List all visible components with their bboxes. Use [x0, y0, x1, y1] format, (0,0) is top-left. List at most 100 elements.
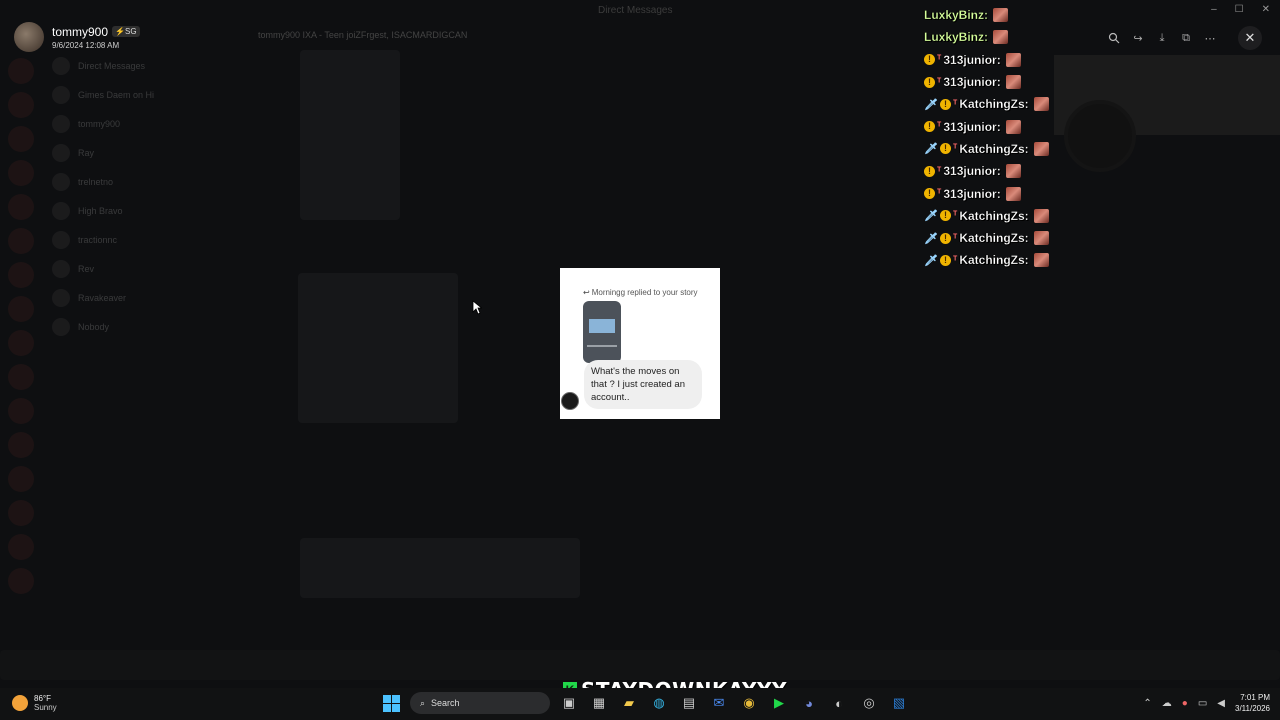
- server-icon[interactable]: [8, 262, 34, 288]
- clock-date: 3/11/2026: [1235, 704, 1270, 713]
- chat-username: 313junior:: [943, 75, 1001, 90]
- dm-list-item[interactable]: Rev: [42, 256, 242, 282]
- server-icon[interactable]: [8, 126, 34, 152]
- emote-icon: [1005, 186, 1021, 201]
- file-explorer-icon[interactable]: ▰: [618, 692, 640, 714]
- avatar: [561, 392, 579, 410]
- microphone-icon[interactable]: ●: [1182, 698, 1188, 709]
- widgets-icon[interactable]: ▦: [588, 692, 610, 714]
- chat-username: 313junior:: [943, 119, 1001, 134]
- app-icon[interactable]: ◎: [858, 692, 880, 714]
- gift-badge-icon: ᵀ: [952, 143, 958, 155]
- author-date: 9/6/2024 12:08 AM: [52, 40, 120, 50]
- volume-icon[interactable]: ◀: [1217, 698, 1225, 709]
- chrome-icon[interactable]: ◉: [738, 692, 760, 714]
- edge-icon[interactable]: ◍: [648, 692, 670, 714]
- network-icon[interactable]: ▭: [1198, 698, 1207, 709]
- discord-icon[interactable]: ◕: [798, 692, 820, 714]
- dm-list-item[interactable]: Direct Messages: [42, 53, 242, 79]
- taskbar-search[interactable]: ⌕ Search: [410, 692, 550, 714]
- server-icon[interactable]: [8, 364, 34, 390]
- chat-username: KatchingZs:: [959, 208, 1029, 223]
- system-tray: ⌃ ☁ ● ▭ ◀ 7:01 PM 3/11/2026: [1143, 692, 1270, 714]
- forward-icon[interactable]: ↪: [1128, 28, 1148, 48]
- weather-widget[interactable]: 86°F Sunny: [12, 694, 57, 712]
- avatar: [52, 144, 70, 162]
- window-controls: – ☐ ✕: [1211, 4, 1270, 15]
- dm-list-item[interactable]: Ravakeaver: [42, 285, 242, 311]
- server-icon[interactable]: [8, 534, 34, 560]
- subscriber-badge-icon: !: [924, 121, 935, 133]
- store-icon[interactable]: ▤: [678, 692, 700, 714]
- subscriber-badge-icon: !: [924, 76, 935, 88]
- dm-list-item[interactable]: High Bravo: [42, 198, 242, 224]
- mail-icon[interactable]: ✉: [708, 692, 730, 714]
- window-title: Direct Messages: [598, 5, 673, 16]
- server-icon[interactable]: [8, 160, 34, 186]
- emote-icon: [1033, 231, 1049, 246]
- weather-temp: 86°F: [34, 694, 51, 703]
- server-icon[interactable]: [8, 432, 34, 458]
- emote-icon: [993, 30, 1009, 45]
- chat-attachment: [300, 50, 400, 220]
- more-icon[interactable]: ⋯: [1200, 28, 1220, 48]
- emote-icon: [1033, 141, 1049, 156]
- close-viewer-button[interactable]: ✕: [1238, 26, 1262, 50]
- emote-icon: [1005, 164, 1021, 179]
- chat-overlay-line: ! ᵀ 313junior:: [924, 71, 1064, 93]
- message-composer[interactable]: [0, 650, 1280, 680]
- chat-overlay-line: ! ᵀ 313junior:: [924, 49, 1064, 71]
- close-window-icon[interactable]: ✕: [1262, 4, 1270, 15]
- author-name: tommy900: [52, 24, 109, 39]
- server-icon[interactable]: [8, 92, 34, 118]
- server-icon[interactable]: [8, 398, 34, 424]
- dm-list-item[interactable]: trelnetno: [42, 169, 242, 195]
- taskbar-apps: ⌕ Search ▣ ▦ ▰ ◍ ▤ ✉ ◉ ▶ ◕ ◐ ◎ ▧: [380, 692, 910, 714]
- server-icon[interactable]: [8, 500, 34, 526]
- server-icon[interactable]: [8, 568, 34, 594]
- subscriber-badge-icon: !: [924, 188, 935, 200]
- minimize-icon[interactable]: –: [1211, 4, 1217, 15]
- chat-username: 313junior:: [943, 164, 1001, 179]
- dm-list: Direct Messages Gimes Daem on Hi tommy90…: [42, 50, 242, 680]
- emote-icon: [1033, 97, 1049, 112]
- start-icon[interactable]: [380, 692, 402, 714]
- emote-icon: [1033, 208, 1049, 223]
- download-icon[interactable]: ⤓: [1152, 28, 1172, 48]
- media-viewer-image: ↩ Morningg replied to your story What's t…: [560, 268, 720, 419]
- chat-overlay-line: LuxkyBinz:: [924, 26, 1064, 48]
- server-icon[interactable]: [8, 194, 34, 220]
- chat-username: LuxkyBinz:: [924, 8, 989, 23]
- dm-list-item[interactable]: Ray: [42, 140, 242, 166]
- chevron-up-icon[interactable]: ⌃: [1143, 698, 1151, 709]
- steam-icon[interactable]: ◐: [828, 692, 850, 714]
- server-icon[interactable]: [8, 330, 34, 356]
- server-icon[interactable]: [8, 228, 34, 254]
- dm-list-item[interactable]: tommy900: [42, 111, 242, 137]
- sword-badge-icon: 🗡: [924, 143, 938, 156]
- search-label: Search: [431, 698, 460, 708]
- dm-list-item[interactable]: Gimes Daem on Hi: [42, 82, 242, 108]
- gift-badge-icon: ᵀ: [937, 54, 942, 66]
- clock[interactable]: 7:01 PM 3/11/2026: [1235, 692, 1270, 714]
- subscriber-badge-icon: !: [939, 210, 951, 222]
- outlook-icon[interactable]: ▧: [888, 692, 910, 714]
- server-icon[interactable]: [8, 466, 34, 492]
- kick-app-icon[interactable]: ▶: [768, 692, 790, 714]
- server-icon[interactable]: [8, 296, 34, 322]
- avatar: [14, 22, 44, 52]
- dm-list-item[interactable]: tractionnc: [42, 227, 242, 253]
- chat-overlay-line: ! ᵀ 313junior:: [924, 115, 1064, 137]
- dm-list-item[interactable]: Nobody: [42, 314, 242, 340]
- invite-embed: [300, 538, 580, 598]
- author-badge: ⚡SG: [112, 26, 140, 37]
- zoom-icon[interactable]: [1104, 28, 1124, 48]
- mouse-cursor-icon: [472, 300, 482, 315]
- server-icon[interactable]: [8, 58, 34, 84]
- cloud-icon[interactable]: ☁: [1162, 698, 1172, 709]
- sword-badge-icon: 🗡: [924, 210, 938, 223]
- maximize-icon[interactable]: ☐: [1235, 4, 1244, 15]
- open-external-icon[interactable]: ⧉: [1176, 28, 1196, 48]
- emote-icon: [1033, 253, 1049, 268]
- task-view-icon[interactable]: ▣: [558, 692, 580, 714]
